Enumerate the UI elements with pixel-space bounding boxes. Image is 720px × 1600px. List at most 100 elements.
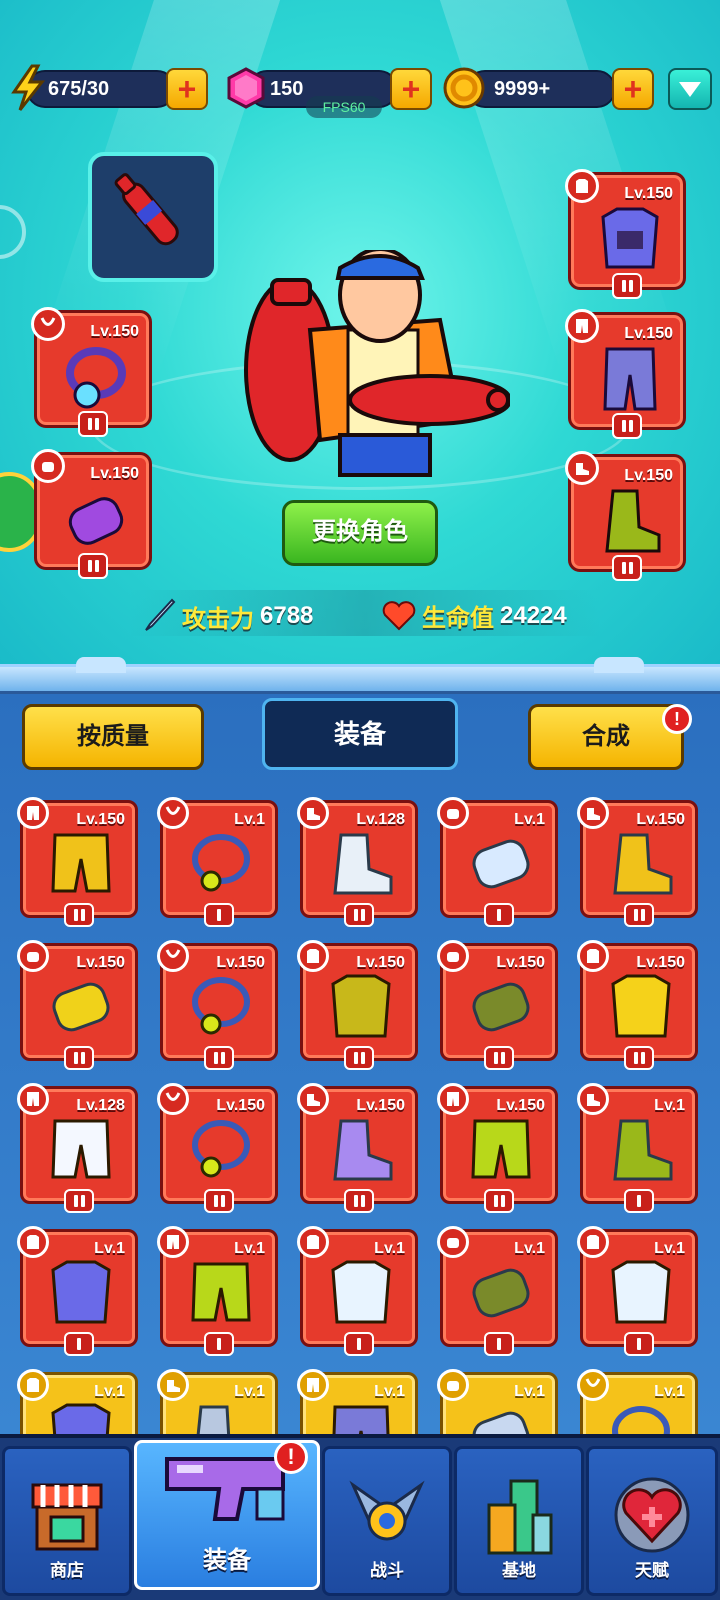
add-energy-button[interactable]: + — [166, 68, 208, 110]
slot-level: Lv.150 — [90, 465, 139, 482]
glove-slot[interactable]: Lv.150 — [31, 449, 152, 579]
inventory-item-white-briefs[interactable]: Lv.128 — [17, 1083, 138, 1213]
upgrade-tab — [64, 903, 94, 927]
armor-type-icon — [577, 1226, 609, 1258]
item-level: Lv.1 — [374, 1240, 405, 1257]
coin-counter: 9999+ — [466, 70, 616, 108]
upgrade-tab — [78, 411, 108, 437]
yellow-slipper-icon — [613, 833, 673, 895]
item-level: Lv.150 — [636, 954, 685, 971]
merge-alert-badge: ! — [662, 704, 692, 734]
white-tank-icon — [331, 1260, 391, 1324]
inventory-item-green-gauntlet[interactable]: Lv.1 — [437, 1226, 558, 1356]
nav-label: 天赋 — [635, 1561, 669, 1580]
boots-type-icon — [297, 1083, 329, 1115]
yellow-glove-icon — [52, 982, 110, 1032]
hp-stat: 生命值 24224 — [382, 598, 567, 633]
upgrade-tab — [624, 1189, 654, 1213]
add-gems-button[interactable]: + — [390, 68, 432, 110]
inventory-item-purple-armor[interactable]: Lv.1 — [17, 1226, 138, 1356]
inventory-item-purple-boot[interactable]: Lv.150 — [297, 1083, 418, 1213]
armor-type-icon — [297, 1226, 329, 1258]
inventory-item-white-glove[interactable]: Lv.1 — [437, 797, 558, 927]
tab-equipment[interactable]: 装备 — [262, 698, 458, 770]
boots-type-icon — [157, 1369, 189, 1401]
inventory-item-yellow-slipper[interactable]: Lv.150 — [577, 797, 698, 927]
slot-level: Lv.150 — [624, 185, 673, 202]
inventory-item-blue-necklace[interactable]: Lv.1 — [157, 797, 278, 927]
nav-talent[interactable]: 天赋 — [586, 1446, 718, 1596]
equipment-alert-badge: ! — [274, 1440, 308, 1474]
upgrade-tab — [64, 1189, 94, 1213]
necklace-type-icon — [157, 797, 189, 829]
boots-type-icon — [577, 797, 609, 829]
item-level: Lv.1 — [374, 1383, 405, 1400]
nav-base[interactable]: 基地 — [454, 1446, 584, 1596]
heart-icon — [382, 600, 416, 630]
slot-level: Lv.150 — [624, 325, 673, 342]
upgrade-tab — [64, 1332, 94, 1356]
attack-label: 攻击力 — [182, 605, 254, 633]
item-level: Lv.1 — [654, 1383, 685, 1400]
green-gauntlet-icon — [472, 982, 530, 1032]
inventory-item-scarf[interactable]: Lv.150 — [157, 1083, 278, 1213]
inventory-item-yellow-shorts[interactable]: Lv.150 — [17, 797, 138, 927]
glove-type-icon — [437, 940, 469, 972]
armor-type-icon — [297, 940, 329, 972]
upgrade-tab — [484, 1332, 514, 1356]
merge-button[interactable]: 合成 — [528, 704, 684, 770]
item-level: Lv.150 — [356, 954, 405, 971]
inventory-item-green-gauntlet[interactable]: Lv.150 — [437, 940, 558, 1070]
weapon-slot[interactable] — [88, 152, 218, 282]
nav-battle[interactable]: 战斗 — [322, 1446, 452, 1596]
inventory-item-yellow-glove[interactable]: Lv.150 — [17, 940, 138, 1070]
nav-label: 战斗 — [370, 1561, 404, 1580]
inventory-item-white-sock[interactable]: Lv.128 — [297, 797, 418, 927]
glove-type-icon — [437, 797, 469, 829]
upgrade-tab — [624, 903, 654, 927]
inventory-item-hawaiian-shirt[interactable]: Lv.150 — [577, 940, 698, 1070]
necklace-slot[interactable]: Lv.150 — [31, 307, 152, 437]
yellow-vest-icon — [331, 974, 391, 1038]
green-pants-icon — [471, 1119, 531, 1179]
base-icon — [487, 1479, 553, 1555]
inventory-item-green-pants[interactable]: Lv.1 — [157, 1226, 278, 1356]
boots-slot[interactable]: Lv.150 — [565, 451, 686, 581]
purple-armor-icon — [51, 1260, 111, 1324]
inventory-item-white-tank[interactable]: Lv.1 — [297, 1226, 418, 1356]
item-level: Lv.150 — [76, 811, 125, 828]
lightning-icon — [6, 64, 50, 112]
armor-slot[interactable]: Lv.150 — [565, 169, 686, 299]
pants-type-icon — [297, 1369, 329, 1401]
item-level: Lv.1 — [514, 811, 545, 828]
pants-slot[interactable]: Lv.150 — [565, 309, 686, 439]
slot-level: Lv.150 — [624, 467, 673, 484]
pants-type-icon — [17, 1083, 49, 1115]
upgrade-tab — [612, 273, 642, 299]
inventory-item-green-boot[interactable]: Lv.1 — [577, 1083, 698, 1213]
shield-button[interactable] — [668, 68, 712, 110]
hero-character[interactable] — [230, 247, 512, 500]
change-character-button[interactable]: 更换角色 — [282, 500, 438, 566]
boot-icon — [605, 489, 661, 553]
upgrade-tab — [344, 1332, 374, 1356]
upgrade-tab — [484, 903, 514, 927]
hawaiian-shirt-icon — [611, 974, 671, 1038]
necklace-type-icon — [577, 1369, 609, 1401]
upgrade-tab — [204, 1189, 234, 1213]
item-level: Lv.1 — [514, 1383, 545, 1400]
inventory-item-yellow-vest[interactable]: Lv.150 — [297, 940, 418, 1070]
inventory-item-tag-necklace[interactable]: Lv.150 — [157, 940, 278, 1070]
nav-shop[interactable]: 商店 — [2, 1446, 132, 1596]
attack-stat: 攻击力 6788 — [142, 598, 313, 634]
shield-icon — [679, 82, 701, 97]
slot-level: Lv.150 — [90, 323, 139, 340]
necklace-type-icon — [31, 307, 65, 341]
inventory-item-green-pants[interactable]: Lv.150 — [437, 1083, 558, 1213]
sort-by-quality-button[interactable]: 按质量 — [22, 704, 204, 770]
boots-type-icon — [577, 1083, 609, 1115]
inventory-item-white-tank[interactable]: Lv.1 — [577, 1226, 698, 1356]
necklace-type-icon — [157, 940, 189, 972]
nav-label: 基地 — [502, 1561, 536, 1580]
add-coins-button[interactable]: + — [612, 68, 654, 110]
